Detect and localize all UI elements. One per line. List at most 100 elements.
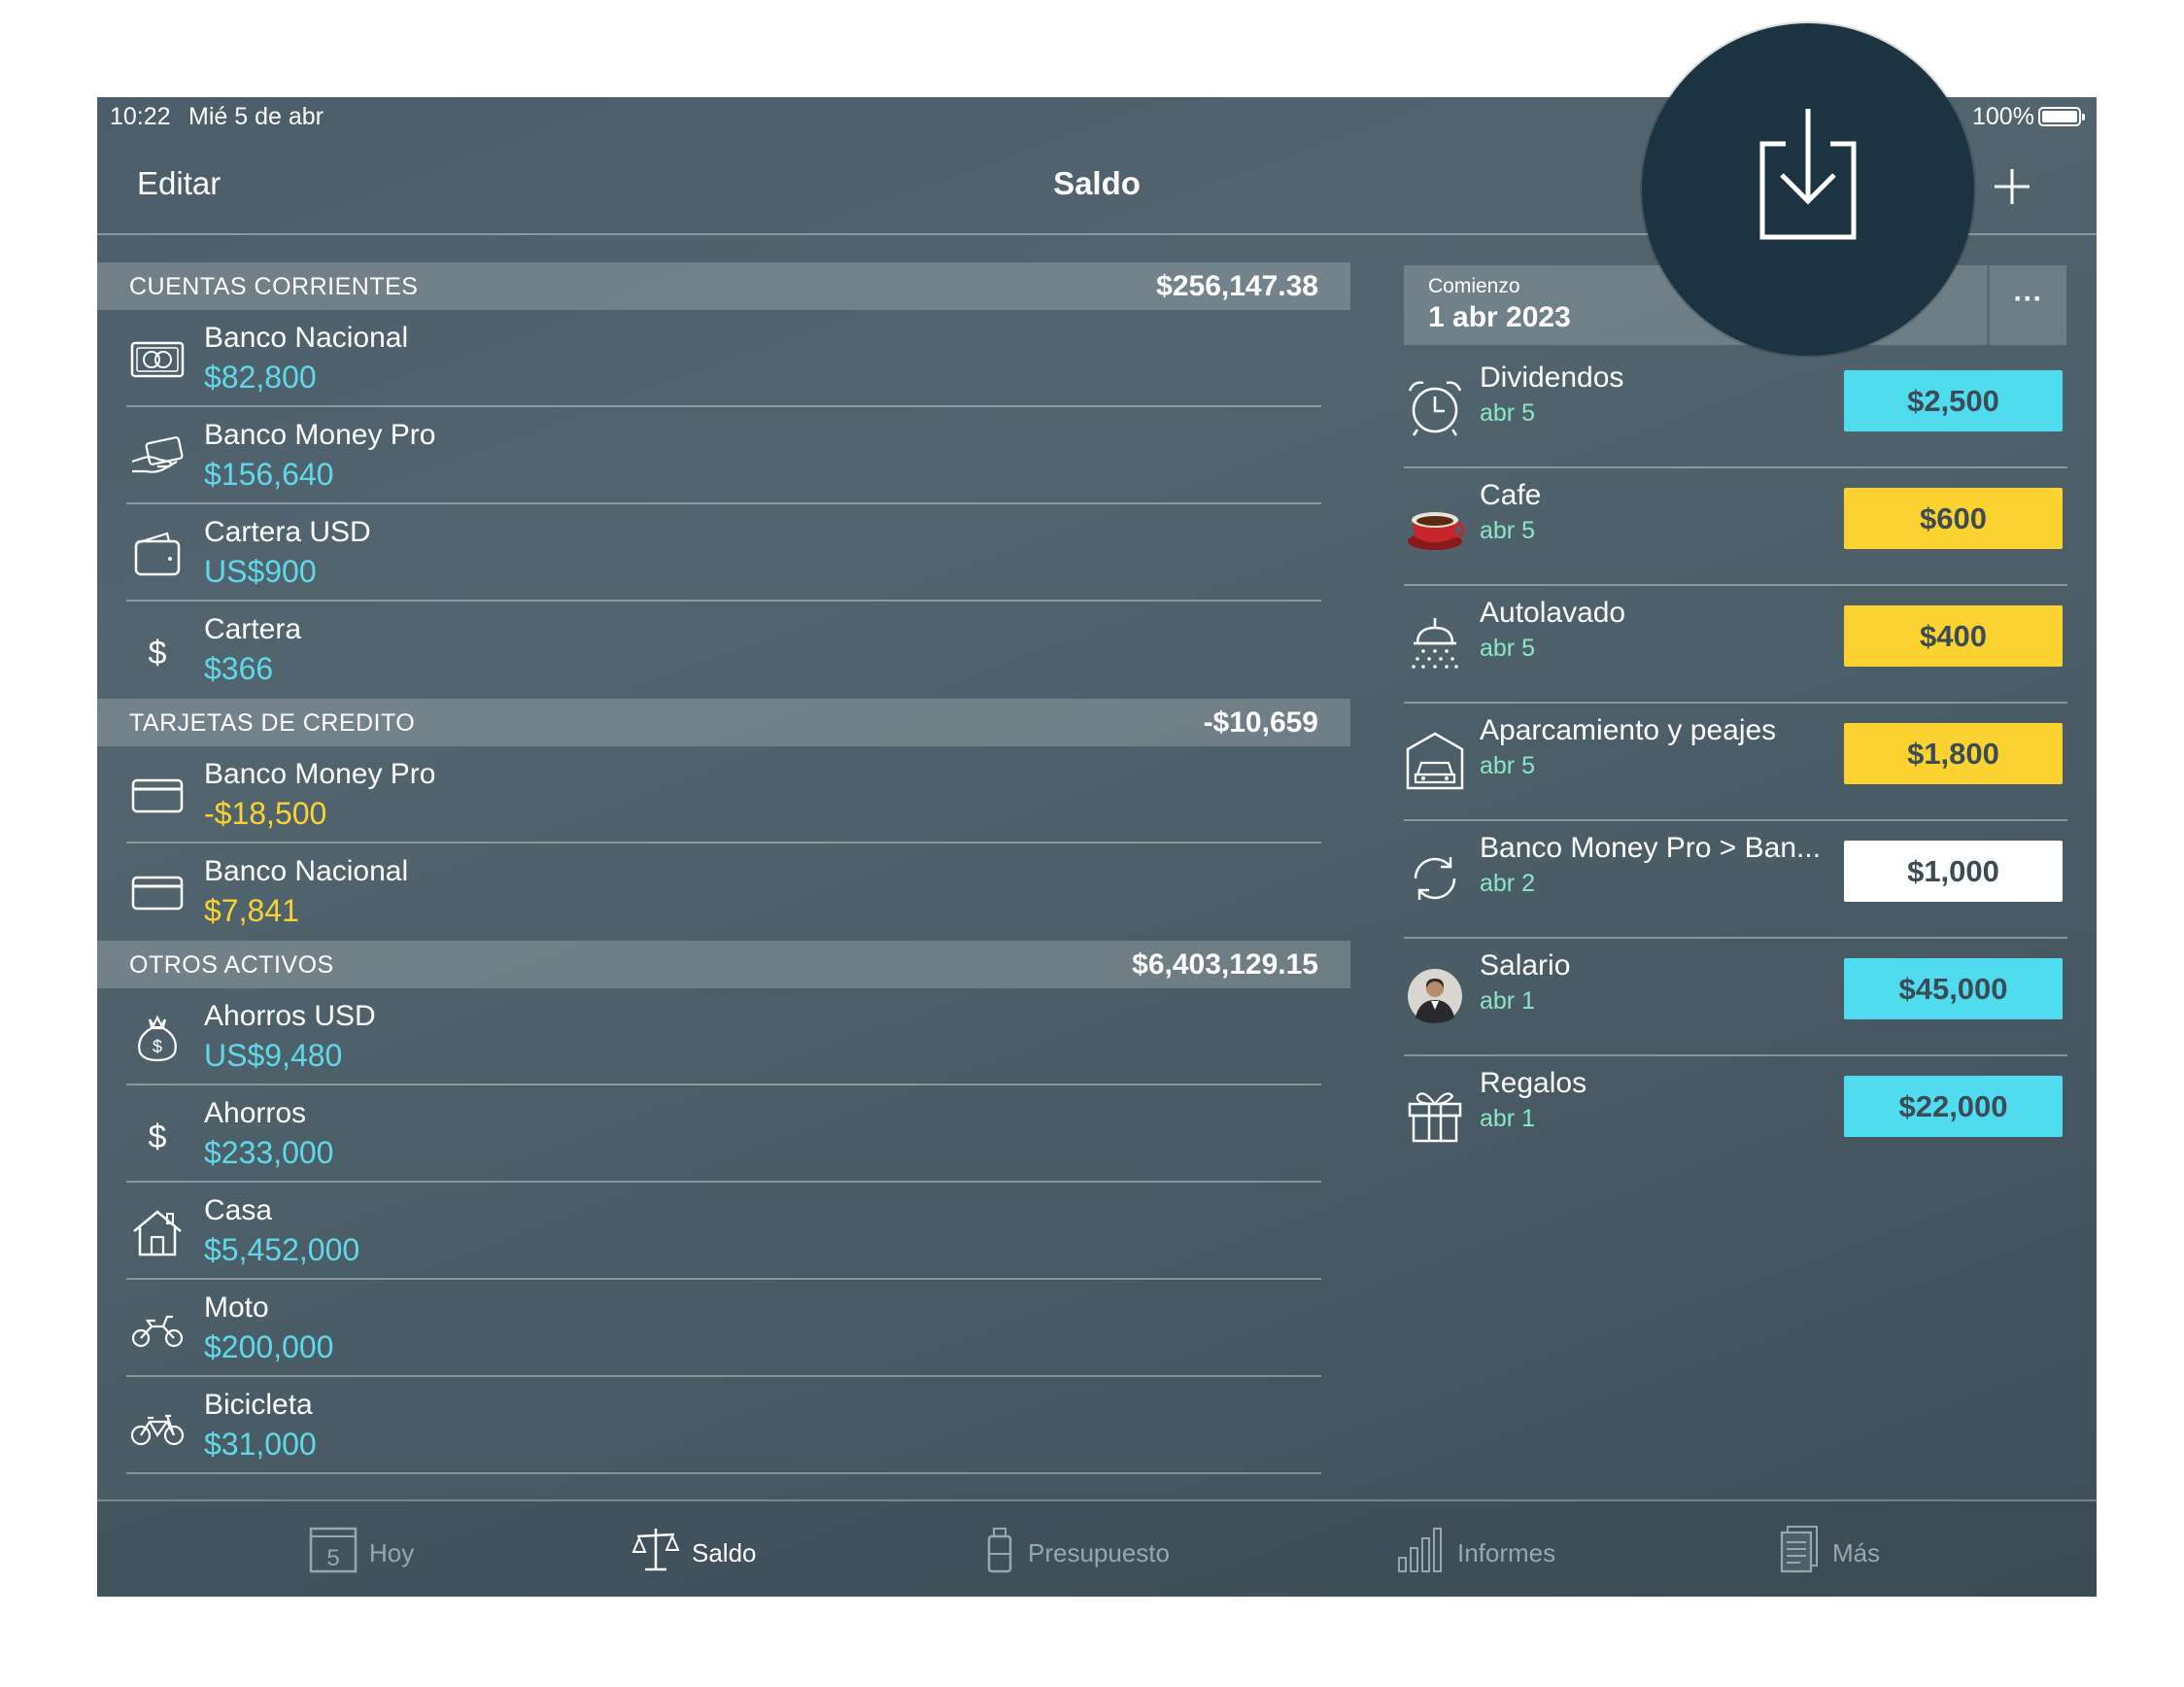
battery-icon (2038, 107, 2085, 126)
add-icon[interactable] (1988, 150, 2036, 218)
account-name: Banco Nacional (204, 322, 409, 354)
transaction-row[interactable]: Salario abr 1 $45,000 (1404, 939, 2067, 1056)
section-header-cuentas-corrientes[interactable]: CUENTAS CORRIENTES $256,147.38 (97, 262, 1350, 310)
dollar-icon: $ (149, 635, 167, 671)
account-row[interactable]: $ Cartera $366 (97, 602, 1350, 699)
house-icon (133, 1210, 182, 1257)
section-header-otros-activos[interactable]: OTROS ACTIVOS $6,403,129.15 (97, 941, 1350, 988)
download-button-highlight[interactable] (1642, 23, 1974, 356)
account-row[interactable]: Bicicleta $31,000 (97, 1377, 1350, 1474)
transaction-row[interactable]: Dividendos abr 5 $2,500 (1404, 351, 2067, 468)
money-bag-icon: $ (138, 1015, 177, 1062)
bicycle-icon (130, 1414, 185, 1446)
coffee-cup-icon (1408, 512, 1465, 550)
transaction-name: Salario (1480, 949, 1571, 981)
account-name: Banco Nacional (204, 855, 409, 887)
section-total: $256,147.38 (1156, 270, 1318, 302)
period-label: Comienzo (1428, 275, 1520, 297)
tab-presupuesto[interactable]: Presupuesto (979, 1525, 1203, 1579)
svg-text:$: $ (153, 1037, 162, 1056)
tab-informes[interactable]: Informes (1397, 1525, 1591, 1579)
car-wash-icon (1412, 618, 1458, 669)
tab-label: Más (1832, 1538, 1881, 1567)
transaction-row[interactable]: Regalos abr 1 $22,000 (1404, 1056, 2067, 1174)
transaction-date: abr 1 (1480, 1105, 1535, 1132)
transaction-name: Autolavado (1480, 597, 1626, 629)
transaction-amount: $22,000 (1844, 1076, 2063, 1137)
account-balance: $366 (204, 651, 274, 686)
transaction-amount: $600 (1844, 488, 2063, 549)
account-name: Casa (204, 1194, 273, 1226)
section-total: -$10,659 (1203, 706, 1318, 739)
battery-percent: 100% (1972, 103, 2034, 130)
account-name: Cartera (204, 613, 302, 645)
account-row[interactable]: Banco Money Pro $156,640 (97, 407, 1350, 504)
transaction-amount: $2,500 (1844, 370, 2063, 431)
transaction-name: Regalos (1480, 1067, 1587, 1099)
section-title: CUENTAS CORRIENTES (129, 273, 419, 300)
transaction-row[interactable]: Cafe abr 5 $600 (1404, 468, 2067, 586)
account-name: Ahorros (204, 1097, 307, 1129)
transaction-name: Dividendos (1480, 362, 1624, 394)
transaction-row[interactable]: Aparcamiento y peajes abr 5 $1,800 (1404, 704, 2067, 821)
calendar-day: 5 (326, 1545, 339, 1571)
credit-card-icon (131, 876, 184, 911)
transaction-date: abr 5 (1480, 517, 1535, 544)
account-row[interactable]: Banco Money Pro -$18,500 (97, 746, 1350, 844)
gift-icon (1408, 1092, 1462, 1143)
account-balance: $5,452,000 (204, 1232, 360, 1267)
account-name: Ahorros USD (204, 1000, 376, 1032)
garage-icon (1406, 732, 1464, 790)
account-row[interactable]: Banco Nacional $7,841 (97, 844, 1350, 941)
accounts-list: CUENTAS CORRIENTES $256,147.38 Banco Nac… (97, 262, 1350, 1474)
calendar-icon: 5 (309, 1527, 358, 1573)
tab-label: Saldo (692, 1538, 757, 1567)
account-row[interactable]: Moto $200,000 (97, 1280, 1350, 1377)
account-row[interactable]: $ Ahorros $233,000 (97, 1085, 1350, 1183)
transaction-row[interactable]: Autolavado abr 5 $400 (1404, 586, 2067, 704)
account-name: Banco Money Pro (204, 419, 436, 451)
account-balance: $156,640 (204, 457, 334, 492)
account-row[interactable]: $ Ahorros USD US$9,480 (97, 988, 1350, 1085)
document-icon (1780, 1526, 1818, 1573)
transfer-icon (1414, 857, 1456, 900)
tab-hoy[interactable]: 5 Hoy (309, 1525, 426, 1579)
bar-chart-icon (1398, 1528, 1442, 1572)
transaction-date: abr 5 (1480, 399, 1535, 427)
account-balance: $7,841 (204, 893, 299, 928)
section-title: OTROS ACTIVOS (129, 951, 334, 979)
tab-label: Presupuesto (1028, 1538, 1170, 1567)
status-time: 10:22 (110, 103, 171, 130)
svg-text:$: $ (149, 635, 167, 671)
tab-mas[interactable]: Más (1776, 1525, 1902, 1579)
status-date: Mié 5 de abr (188, 103, 324, 130)
download-icon (1759, 109, 1857, 240)
account-row[interactable]: Casa $5,452,000 (97, 1183, 1350, 1280)
transaction-name: Cafe (1480, 479, 1542, 511)
tab-label: Hoy (369, 1538, 415, 1567)
account-balance: US$9,480 (204, 1038, 343, 1073)
transaction-name: Aparcamiento y peajes (1480, 714, 1777, 746)
tab-saldo[interactable]: Saldo (631, 1525, 777, 1579)
section-title: TARJETAS DE CREDITO (129, 709, 416, 737)
transaction-amount: $400 (1844, 605, 2063, 667)
transaction-amount: $1,800 (1844, 723, 2063, 784)
tab-label: Informes (1457, 1538, 1556, 1567)
credit-card-icon (131, 778, 184, 813)
section-total: $6,403,129.15 (1132, 948, 1318, 981)
tab-bar: 5 Hoy Saldo Presupuesto Informes Más (97, 1499, 2097, 1597)
section-header-tarjetas-de-credito[interactable]: TARJETAS DE CREDITO -$10,659 (97, 699, 1350, 746)
transaction-amount: $45,000 (1844, 958, 2063, 1019)
account-balance: $31,000 (204, 1427, 317, 1462)
person-avatar-icon (1408, 969, 1462, 1023)
more-options-button[interactable]: ··· (1987, 265, 2066, 345)
scales-icon (631, 1529, 680, 1571)
account-balance: $200,000 (204, 1329, 334, 1364)
transaction-list: Dividendos abr 5 $2,500 Cafe abr 5 $600 (1404, 351, 2067, 1174)
account-row[interactable]: Cartera USD US$900 (97, 504, 1350, 602)
transaction-row[interactable]: Banco Money Pro > Ban... abr 2 $1,000 (1404, 821, 2067, 939)
transaction-name: Banco Money Pro > Ban... (1480, 832, 1822, 864)
account-balance: US$900 (204, 554, 317, 589)
account-row[interactable]: Banco Nacional $82,800 (97, 310, 1350, 407)
transaction-date: abr 2 (1480, 870, 1535, 897)
